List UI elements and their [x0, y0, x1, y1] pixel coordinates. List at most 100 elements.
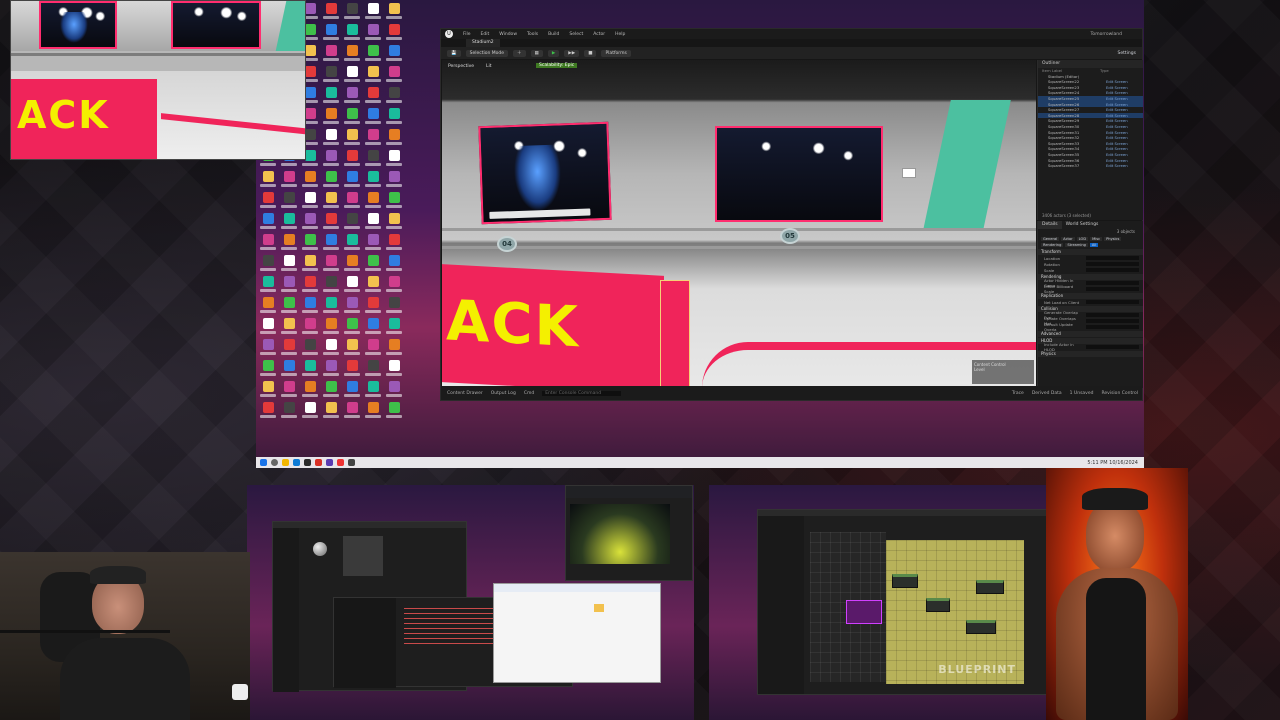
desktop-shortcut[interactable]: [279, 170, 299, 191]
desktop-shortcut[interactable]: [384, 254, 404, 275]
blueprint-node[interactable]: [926, 598, 950, 612]
youtube-icon[interactable]: [337, 459, 344, 466]
desktop-shortcut[interactable]: [279, 233, 299, 254]
details-section-header[interactable]: Advanced: [1038, 331, 1143, 337]
desktop-shortcut[interactable]: [342, 86, 362, 107]
desktop-shortcut[interactable]: [384, 317, 404, 338]
desktop-shortcut[interactable]: [321, 86, 341, 107]
property-field[interactable]: [1086, 319, 1139, 323]
platforms-button[interactable]: Platforms: [601, 49, 631, 57]
play-button[interactable]: ▶: [547, 49, 560, 57]
desktop-shortcut[interactable]: [258, 296, 278, 317]
desktop-shortcut[interactable]: [342, 338, 362, 359]
desktop-shortcut[interactable]: [363, 233, 383, 254]
desktop-shortcut[interactable]: [342, 401, 362, 422]
desktop-shortcut[interactable]: [342, 359, 362, 380]
desktop-shortcut[interactable]: [384, 233, 404, 254]
blueprint-node[interactable]: [976, 580, 1004, 594]
desktop-shortcut[interactable]: [279, 359, 299, 380]
desktop-shortcut[interactable]: [363, 338, 383, 359]
terminal-icon[interactable]: [348, 459, 355, 466]
menu-actor[interactable]: Actor: [593, 32, 605, 37]
desktop-shortcut[interactable]: [384, 23, 404, 44]
desktop-shortcut[interactable]: [363, 359, 383, 380]
desktop-shortcut[interactable]: [384, 191, 404, 212]
desktop-shortcut[interactable]: [279, 338, 299, 359]
desktop-shortcut[interactable]: [321, 44, 341, 65]
desktop-shortcut[interactable]: [363, 254, 383, 275]
property-field[interactable]: [1086, 287, 1139, 291]
details-filter-5[interactable]: Rendering: [1041, 243, 1064, 247]
desktop-shortcut[interactable]: [300, 296, 320, 317]
desktop-shortcut[interactable]: [363, 380, 383, 401]
youtube-video-player[interactable]: [570, 504, 670, 564]
desktop-shortcut[interactable]: [342, 233, 362, 254]
desktop-shortcut[interactable]: [342, 170, 362, 191]
desktop-shortcut[interactable]: [363, 149, 383, 170]
cmd-dropdown[interactable]: Cmd: [524, 391, 534, 396]
desktop-shortcut[interactable]: [342, 380, 362, 401]
desktop-shortcut[interactable]: [321, 254, 341, 275]
desktop-shortcut[interactable]: [363, 212, 383, 233]
desktop-shortcut[interactable]: [384, 44, 404, 65]
property-field[interactable]: [1086, 313, 1139, 317]
desktop-shortcut[interactable]: [342, 23, 362, 44]
add-actor-button[interactable]: ＋: [513, 49, 526, 57]
menu-build[interactable]: Build: [548, 32, 559, 37]
desktop-shortcut[interactable]: [384, 296, 404, 317]
desktop-shortcut[interactable]: [258, 401, 278, 422]
desktop-shortcut[interactable]: [279, 380, 299, 401]
desktop-shortcut[interactable]: [321, 401, 341, 422]
desktop-shortcut[interactable]: [258, 317, 278, 338]
derived-data-button[interactable]: Derived Data: [1032, 391, 1062, 396]
file-explorer-icon[interactable]: [282, 459, 289, 466]
desktop-shortcut[interactable]: [300, 401, 320, 422]
obs-icon[interactable]: [326, 459, 333, 466]
desktop-shortcut[interactable]: [300, 191, 320, 212]
search-icon[interactable]: [271, 459, 278, 466]
level-viewport[interactable]: Perspective Lit Scalability: Epic 04 05 …: [442, 60, 1036, 387]
details-section-header[interactable]: Physics: [1038, 351, 1143, 357]
desktop-shortcut[interactable]: [363, 65, 383, 86]
stop-button[interactable]: ■: [584, 49, 597, 57]
desktop-shortcut[interactable]: [321, 359, 341, 380]
desktop-shortcut[interactable]: [363, 401, 383, 422]
viewport-perspective[interactable]: Perspective: [448, 64, 474, 69]
desktop-shortcut[interactable]: [363, 44, 383, 65]
settings-button[interactable]: Settings: [1118, 51, 1136, 56]
desktop-shortcut[interactable]: [363, 275, 383, 296]
desktop-shortcut[interactable]: [279, 254, 299, 275]
desktop-shortcut[interactable]: [258, 233, 278, 254]
outliner-row[interactable]: SquareScreen37 Edit Screen: [1038, 163, 1143, 169]
desktop-shortcut[interactable]: [300, 380, 320, 401]
details-filter-7[interactable]: All: [1089, 243, 1099, 247]
desktop-shortcut[interactable]: [363, 296, 383, 317]
desktop-shortcut[interactable]: [384, 170, 404, 191]
desktop-shortcut[interactable]: [300, 317, 320, 338]
desktop-shortcut[interactable]: [258, 338, 278, 359]
desktop-shortcut[interactable]: [258, 275, 278, 296]
desktop-shortcut[interactable]: [363, 2, 383, 23]
desktop-shortcut[interactable]: [258, 212, 278, 233]
desktop-shortcut[interactable]: [384, 401, 404, 422]
desktop-shortcut[interactable]: [321, 233, 341, 254]
desktop-shortcut[interactable]: [258, 254, 278, 275]
desktop-shortcut[interactable]: [321, 65, 341, 86]
desktop-shortcut[interactable]: [384, 212, 404, 233]
blueprint-selected-node[interactable]: [846, 600, 882, 624]
start-icon[interactable]: [260, 459, 267, 466]
desktop-shortcut[interactable]: [321, 128, 341, 149]
desktop-shortcut[interactable]: [321, 107, 341, 128]
property-field[interactable]: [1086, 268, 1139, 272]
desktop-shortcut[interactable]: [342, 107, 362, 128]
trace-button[interactable]: Trace: [1012, 391, 1024, 396]
desktop-shortcut[interactable]: [342, 128, 362, 149]
edge-icon[interactable]: [293, 459, 300, 466]
desktop-shortcut[interactable]: [384, 65, 404, 86]
desktop-shortcut[interactable]: [258, 170, 278, 191]
blueprint-node[interactable]: [966, 620, 996, 634]
blueprint-button[interactable]: ▦: [530, 49, 543, 57]
desktop-shortcut[interactable]: [363, 317, 383, 338]
desktop-shortcut[interactable]: [363, 170, 383, 191]
desktop-shortcut[interactable]: [258, 359, 278, 380]
